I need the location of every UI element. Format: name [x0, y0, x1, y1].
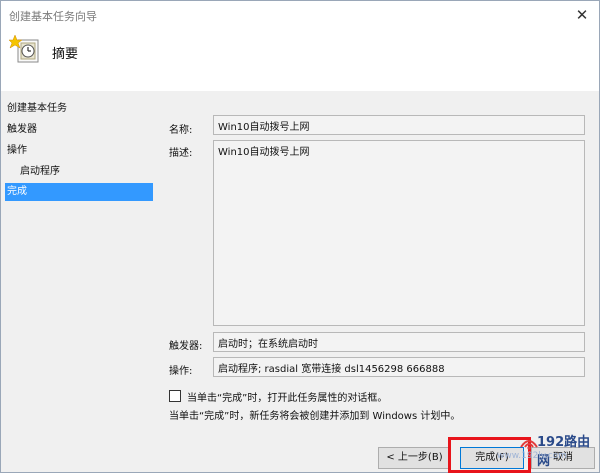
title-bar: 创建基本任务向导 ✕	[1, 1, 599, 29]
task-clock-icon	[9, 35, 39, 63]
action-field: 启动程序; rasdial 宽带连接 dsl1456298 666888	[213, 357, 585, 377]
trigger-label: 触发器:	[169, 341, 203, 352]
wizard-window: 创建基本任务向导 ✕ 摘要 创建基本任务 触发器 操作 启动程序 完成 名称: …	[0, 0, 600, 473]
sidebar-item-start-program[interactable]: 启动程序	[5, 163, 153, 181]
info-text: 当单击“完成”时，新任务将会被创建并添加到 Windows 计划中。	[169, 411, 461, 422]
trigger-field: 启动时；在系统启动时	[213, 332, 585, 352]
action-label: 操作:	[169, 366, 193, 377]
watermark-url: www.192ly.com	[497, 451, 567, 461]
sidebar-item-create-basic-task[interactable]: 创建基本任务	[5, 100, 153, 118]
wizard-header: 摘要	[1, 29, 599, 91]
open-properties-label[interactable]: 当单击“完成”时，打开此任务属性的对话框。	[187, 389, 387, 404]
close-button[interactable]: ✕	[571, 4, 593, 26]
watermark-brand: 192路由网	[537, 435, 591, 469]
description-label: 描述:	[169, 148, 193, 159]
open-properties-checkbox[interactable]	[169, 390, 181, 402]
name-field[interactable]: Win10自动拨号上网	[213, 115, 585, 135]
back-button[interactable]: < 上一步(B)	[378, 447, 451, 469]
sidebar-item-action[interactable]: 操作	[5, 142, 153, 160]
name-label: 名称:	[169, 125, 193, 136]
sidebar-item-finish[interactable]: 完成	[5, 183, 153, 201]
description-field[interactable]: Win10自动拨号上网	[213, 140, 585, 326]
window-title: 创建基本任务向导	[9, 10, 97, 23]
page-title: 摘要	[52, 47, 79, 62]
sidebar-item-trigger[interactable]: 触发器	[5, 121, 153, 139]
